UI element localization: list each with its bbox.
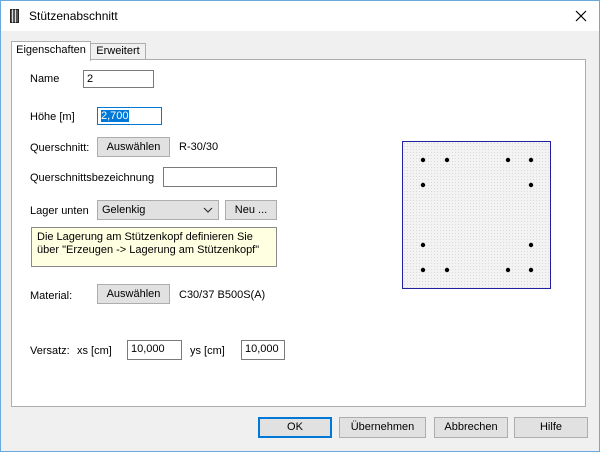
title-bar[interactable]: Stützenabschnitt — [1, 1, 599, 31]
dialog-window: Stützenabschnitt Eigenschaften Erweitert… — [0, 0, 600, 452]
cross-section-preview — [402, 141, 551, 289]
name-label: Name — [30, 73, 60, 85]
xs-value: 10,000 — [131, 343, 165, 355]
rebar-dot — [420, 267, 426, 273]
hoehe-input[interactable]: 2,700 — [97, 107, 162, 125]
material-label: Material: — [30, 290, 73, 302]
versatz-label: Versatz: — [30, 345, 70, 357]
window-title: Stützenabschnitt — [29, 9, 118, 23]
rebar-dot — [505, 157, 511, 163]
querschnitt-value: R-30/30 — [179, 141, 219, 153]
ys-label: ys [cm] — [190, 345, 225, 357]
tab-eigenschaften[interactable]: Eigenschaften — [11, 41, 91, 61]
rebar-layout — [420, 157, 534, 273]
help-button[interactable]: Hilfe — [514, 417, 588, 438]
ys-input[interactable]: 10,000 — [241, 340, 285, 360]
material-value: C30/37 B500S(A) — [179, 289, 266, 301]
tab-erweitert[interactable]: Erweitert — [90, 43, 146, 60]
ok-button[interactable]: OK — [258, 417, 332, 438]
ys-value: 10,000 — [245, 343, 279, 355]
lager-unten-label: Lager unten — [30, 205, 89, 217]
lager-unten-dropdown[interactable]: Gelenkig — [97, 200, 219, 220]
rebar-dot — [528, 267, 534, 273]
rebar-dot — [505, 267, 511, 273]
tab-erweitert-label: Erweitert — [96, 45, 140, 57]
chevron-down-icon — [203, 207, 213, 213]
cancel-button[interactable]: Abbrechen — [434, 417, 508, 438]
rebar-dot — [444, 157, 450, 163]
info-hint-box: Die Lagerung am Stützenkopf definieren S… — [31, 227, 277, 267]
xs-input[interactable]: 10,000 — [127, 340, 182, 360]
rebar-dot — [444, 267, 450, 273]
lager-neu-button[interactable]: Neu ... — [225, 200, 277, 220]
rebar-dot — [420, 182, 426, 188]
hoehe-label: Höhe [m] — [30, 111, 75, 123]
hoehe-input-value: 2,700 — [101, 110, 129, 122]
apply-button[interactable]: Übernehmen — [339, 417, 426, 438]
rebar-dot — [528, 182, 534, 188]
name-input-value: 2 — [87, 73, 94, 85]
rebar-dot — [420, 242, 426, 248]
rebar-dot — [420, 157, 426, 163]
querschnitt-select-button[interactable]: Auswählen — [97, 137, 170, 157]
name-input[interactable]: 2 — [83, 70, 154, 88]
close-icon — [575, 10, 587, 22]
xs-label: xs [cm] — [77, 345, 112, 357]
rebar-dot — [528, 242, 534, 248]
tab-eigenschaften-label: Eigenschaften — [16, 44, 86, 56]
rebar-dot — [528, 157, 534, 163]
querschnitt-label: Querschnitt: — [30, 142, 90, 154]
querschnittsbezeichnung-label: Querschnittsbezeichnung — [30, 172, 155, 184]
querschnittsbezeichnung-input[interactable] — [163, 167, 277, 187]
column-app-icon — [10, 9, 19, 23]
material-select-button[interactable]: Auswählen — [97, 284, 170, 304]
close-button[interactable] — [564, 1, 598, 31]
lager-unten-selected: Gelenkig — [102, 204, 146, 216]
